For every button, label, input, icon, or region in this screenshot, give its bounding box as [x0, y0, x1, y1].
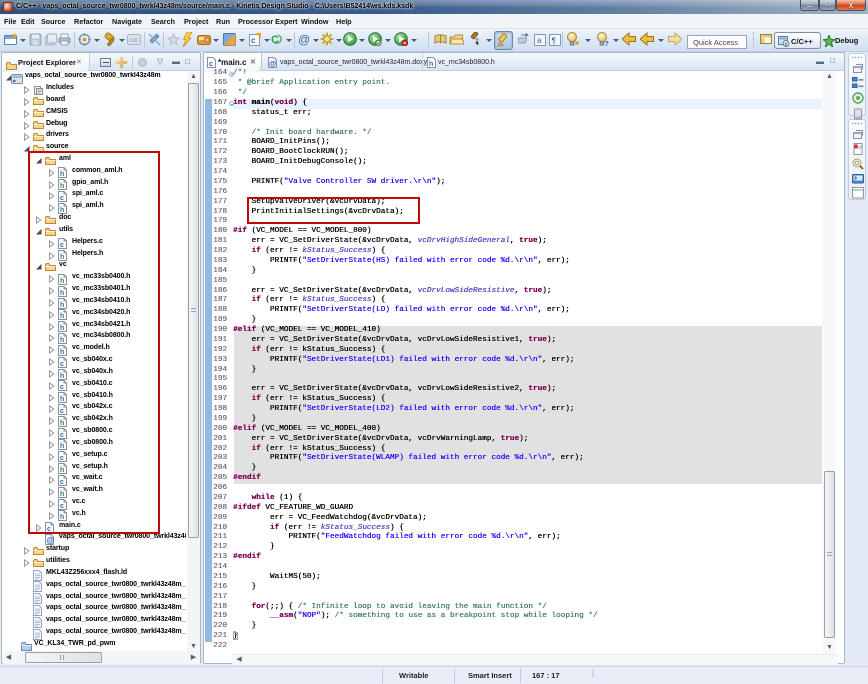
svg-text:c: c [209, 61, 213, 68]
svg-text:¶: ¶ [552, 36, 557, 46]
svg-text:?: ? [605, 41, 609, 47]
svg-text:@: @ [269, 59, 276, 68]
svg-text:@: @ [298, 33, 310, 47]
svg-text:c: c [251, 36, 256, 45]
svg-text:C: C [271, 34, 279, 46]
svg-text:116: 116 [129, 38, 138, 44]
svg-text:c: c [785, 42, 788, 47]
svg-text:@: @ [47, 536, 55, 545]
svg-text:h: h [429, 61, 433, 68]
svg-text:a: a [537, 36, 542, 45]
